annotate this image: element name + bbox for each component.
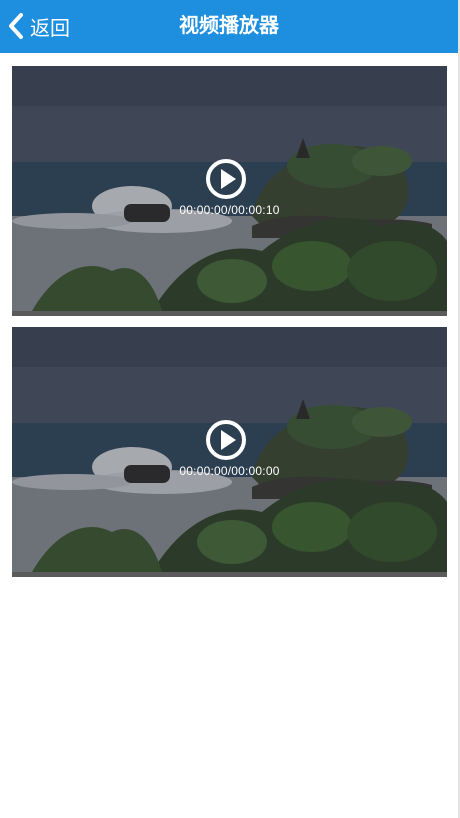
progress-bar[interactable]: [12, 572, 447, 577]
progress-bar[interactable]: [12, 311, 447, 316]
page-title: 视频播放器: [179, 15, 279, 37]
video-time-label: 00:00:00/00:00:10: [179, 203, 280, 217]
play-button[interactable]: [205, 419, 247, 461]
video-time-label: 00:00:00/00:00:00: [179, 464, 280, 478]
video-player[interactable]: 00:00:00/00:00:00: [12, 327, 447, 577]
play-button[interactable]: [205, 158, 247, 200]
video-player[interactable]: 00:00:00/00:00:10: [12, 66, 447, 316]
header-bar: 返回 视频播放器: [0, 0, 458, 53]
app-window: 返回 视频播放器 00:00:00/00:00:10 00:00:00/00:0…: [0, 0, 460, 818]
play-circle-icon: [205, 158, 247, 200]
play-circle-icon: [205, 419, 247, 461]
